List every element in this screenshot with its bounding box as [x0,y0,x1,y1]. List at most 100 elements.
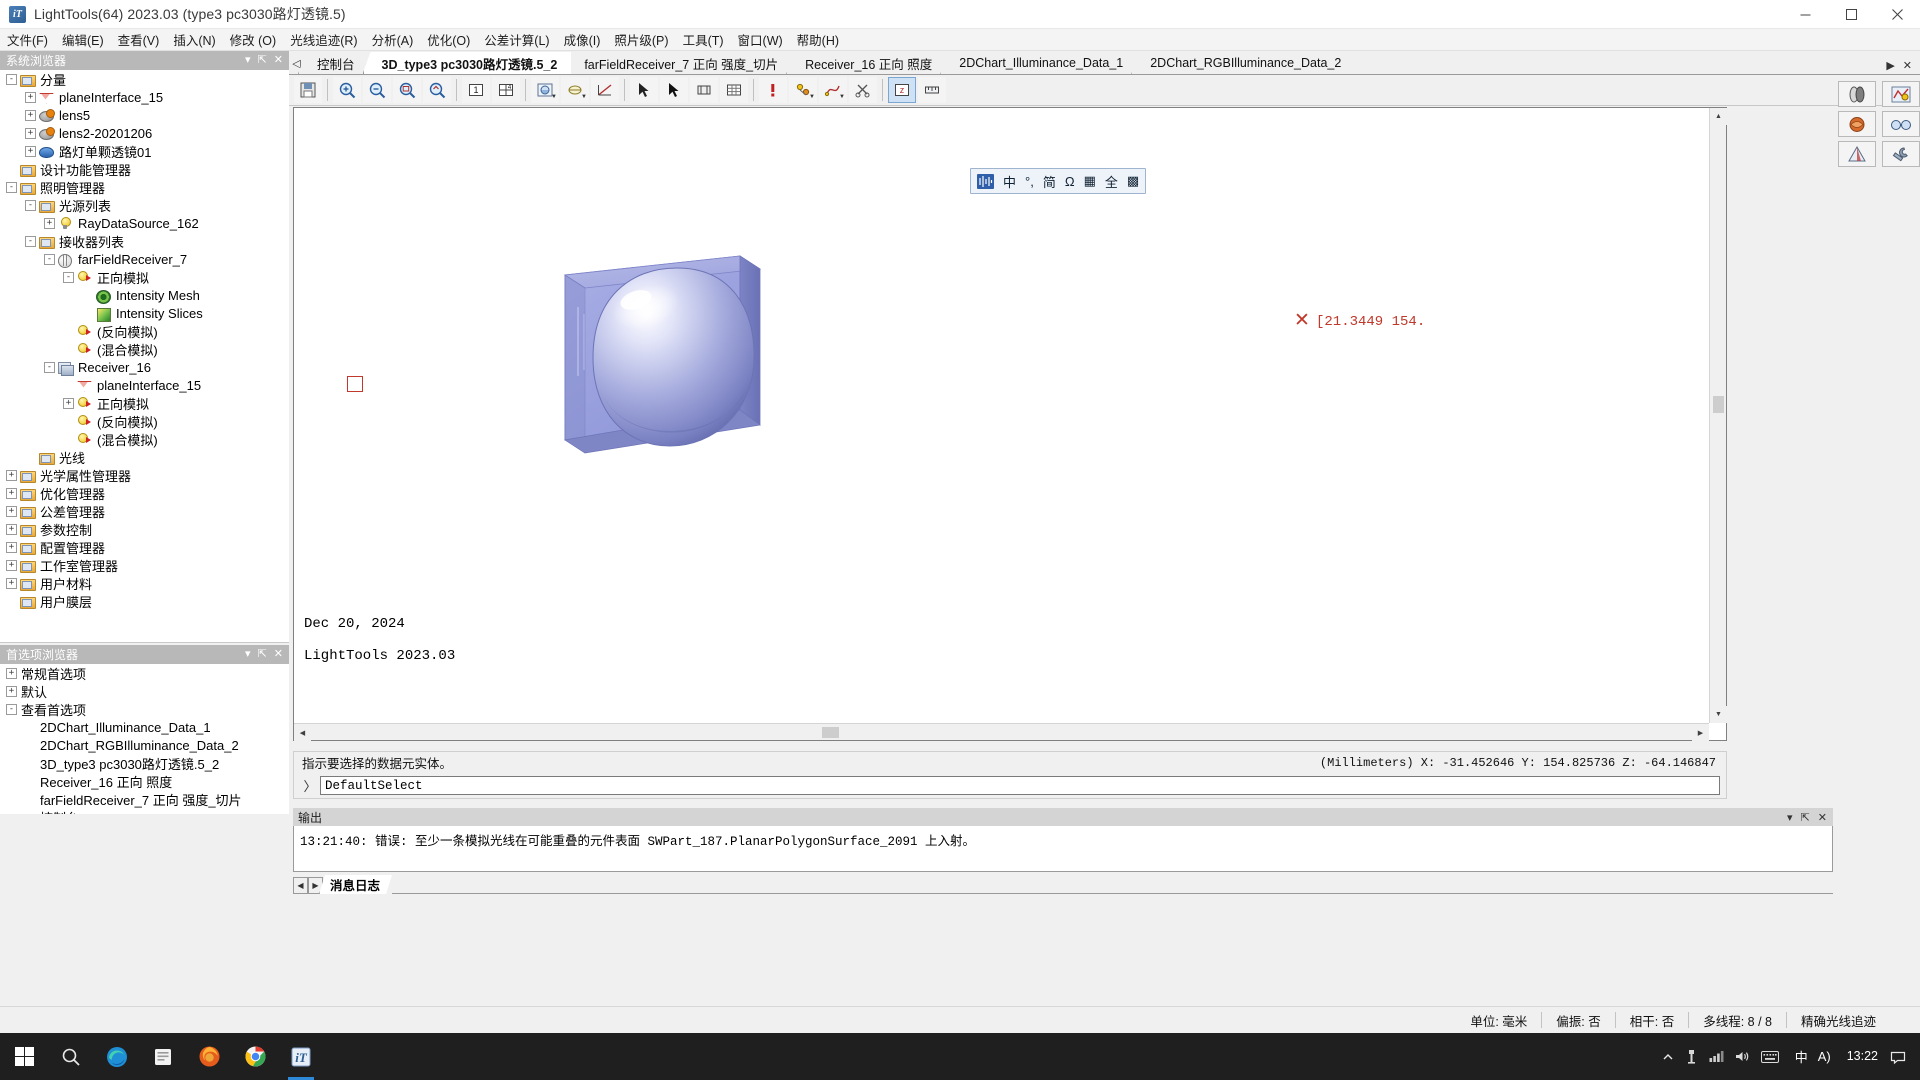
preference-browser-node[interactable]: - 查看首选项 [0,700,289,718]
ray-trace-icon[interactable] [591,77,619,103]
menu-item-11[interactable]: 工具(T) [676,28,731,51]
system-browser-pin-icon[interactable]: ⇱ [258,55,267,66]
maximize-button[interactable] [1828,0,1874,29]
preference-browser-node[interactable]: + 常规首选项 [0,664,289,682]
system-browser-node[interactable]: - 正向模拟 [0,268,289,286]
expand-icon[interactable]: + [25,91,36,103]
preference-browser-node[interactable]: 2DChart_RGBIlluminance_Data_2 [0,736,289,754]
keyboard-icon[interactable] [1760,1050,1779,1063]
system-browser-node[interactable]: + 正向模拟 [0,394,289,412]
menu-item-0[interactable]: 文件(F) [0,28,55,51]
chevron-down-icon[interactable]: ▼ [581,94,587,100]
document-tab[interactable]: farFieldReceiver_7 正向 强度_切片 [565,52,793,74]
render3d-icon[interactable] [1838,111,1876,137]
document-tab[interactable]: 2DChart_RGBIlluminance_Data_2 [1131,52,1356,74]
system-browser-node[interactable]: + planeInterface_15 [0,88,289,106]
expand-icon[interactable]: + [6,541,17,553]
preference-browser-node[interactable]: 3D_type3 pc3030路灯透镜.5_2 [0,754,289,772]
preference-browser-node[interactable]: farFieldReceiver_7 正向 强度_切片 [0,790,289,808]
preference-browser-node[interactable]: 控制台 [0,808,289,815]
render-mode-icon[interactable]: ▼ [531,77,559,103]
menu-item-5[interactable]: 光线追迹(R) [283,28,364,51]
preference-browser-node[interactable]: Receiver_16 正向 照度 [0,772,289,790]
system-browser-node[interactable]: + 公差管理器 [0,502,289,520]
chevron-down-icon[interactable]: ▼ [809,94,815,100]
document-tab[interactable]: Receiver_16 正向 照度 [786,52,947,74]
expand-icon[interactable]: + [6,559,17,571]
menu-item-13[interactable]: 帮助(H) [790,28,846,51]
expand-icon[interactable]: + [44,217,55,229]
simplified-toggle[interactable]: 简 [1040,171,1059,192]
collapse-icon[interactable]: - [25,199,36,211]
minimize-button[interactable] [1782,0,1828,29]
system-browser-node[interactable]: 光线 [0,448,289,466]
expand-icon[interactable]: + [6,685,17,697]
expand-icon[interactable]: + [25,109,36,121]
close-button[interactable] [1874,0,1920,29]
system-browser-node[interactable]: 用户膜层 [0,592,289,610]
menu-item-6[interactable]: 分析(A) [365,28,421,51]
collapse-icon[interactable]: - [6,703,17,715]
scissors-icon[interactable] [849,77,877,103]
menu-item-7[interactable]: 优化(O) [420,28,477,51]
fullwidth-toggle[interactable]: 全 [1102,171,1121,192]
system-browser-node[interactable]: (反向模拟) [0,412,289,430]
ime-language-indicator[interactable]: 中 [1791,1047,1812,1066]
preference-browser-node[interactable]: 2DChart_Illuminance_Data_1 [0,718,289,736]
output-pin-icon[interactable]: ⇱ [1801,811,1810,824]
capsule-icon[interactable] [1838,81,1876,107]
degree-unit-toggle[interactable]: °, [1022,171,1037,192]
system-browser-close-icon[interactable]: ✕ [274,55,283,66]
zoom-out-icon[interactable] [363,77,391,103]
save-icon[interactable] [294,77,322,103]
document-tab-active[interactable]: 3D_type3 pc3030路灯透镜.5_2 [362,52,572,74]
volume-icon[interactable] [1735,1050,1750,1063]
expand-icon[interactable]: + [6,667,17,679]
preference-browser-tree[interactable]: + 常规首选项 + 默认 - 查看首选项 2DChart_Illuminance_Data_… [0,664,289,814]
command-input[interactable] [320,776,1720,795]
menu-item-12[interactable]: 窗口(W) [731,28,790,51]
system-browser-node[interactable]: 设计功能管理器 [0,160,289,178]
system-browser-node[interactable]: - Receiver_16 [0,358,289,376]
annotate-icon[interactable]: ▼ [789,77,817,103]
expand-icon[interactable]: + [6,469,17,481]
system-browser-node[interactable]: (混合模拟) [0,340,289,358]
taskbar-clock[interactable]: 13:22 [1837,1049,1888,1065]
system-browser-node[interactable]: (反向模拟) [0,322,289,340]
system-browser-node[interactable]: - 接收器列表 [0,232,289,250]
collapse-icon[interactable]: - [44,361,55,373]
output-dropdown-icon[interactable]: ▾ [1787,811,1793,824]
system-browser-tree[interactable]: - 分量 + planeInterface_15 + lens5 + lens2-202012… [0,70,289,643]
menu-item-3[interactable]: 插入(N) [166,28,222,51]
pan-icon[interactable] [690,77,718,103]
system-browser-node[interactable]: + 工作室管理器 [0,556,289,574]
menu-item-9[interactable]: 成像(I) [557,28,608,51]
collapse-icon[interactable]: - [6,73,17,85]
output-tab-message-log[interactable]: 消息日志 [319,875,392,894]
chevron-down-icon[interactable]: ▼ [839,94,845,100]
file-explorer-icon[interactable] [140,1033,186,1080]
chart-icon[interactable] [1882,81,1920,107]
wave-icon[interactable] [974,171,997,192]
cone-icon[interactable] [1838,141,1876,167]
system-browser-node[interactable]: + lens5 [0,106,289,124]
system-browser-node[interactable]: - 光源列表 [0,196,289,214]
chevron-up-icon[interactable] [1662,1051,1674,1063]
zoom-fit-icon[interactable] [423,77,451,103]
expand-icon[interactable]: + [6,505,17,517]
document-tab[interactable]: 控制台 [298,52,369,74]
tab-close-icon[interactable]: ✕ [1903,59,1912,72]
system-browser-node[interactable]: + 用户材料 [0,574,289,592]
system-browser-dropdown-icon[interactable]: ▾ [245,55,251,66]
chrome-icon[interactable] [232,1033,278,1080]
3d-viewport[interactable]: 中 °, 简 Ω ▦ 全 ▩ ✕ [21.3449 154. Dec 20, 2… [294,108,1709,723]
expand-icon[interactable]: + [25,127,36,139]
system-browser-node[interactable]: (混合模拟) [0,430,289,448]
preference-browser-node[interactable]: + 默认 [0,682,289,700]
notification-icon[interactable] [1890,1049,1914,1065]
system-browser-node[interactable]: + 路灯单颗透镜01 [0,142,289,160]
search-icon[interactable] [48,1033,94,1080]
output-log-body[interactable]: 13:21:40: 错误: 至少一条模拟光线在可能重叠的元件表面 SWPart_… [293,826,1833,872]
edge-icon[interactable] [94,1033,140,1080]
menu-item-4[interactable]: 修改 (O) [223,28,284,51]
